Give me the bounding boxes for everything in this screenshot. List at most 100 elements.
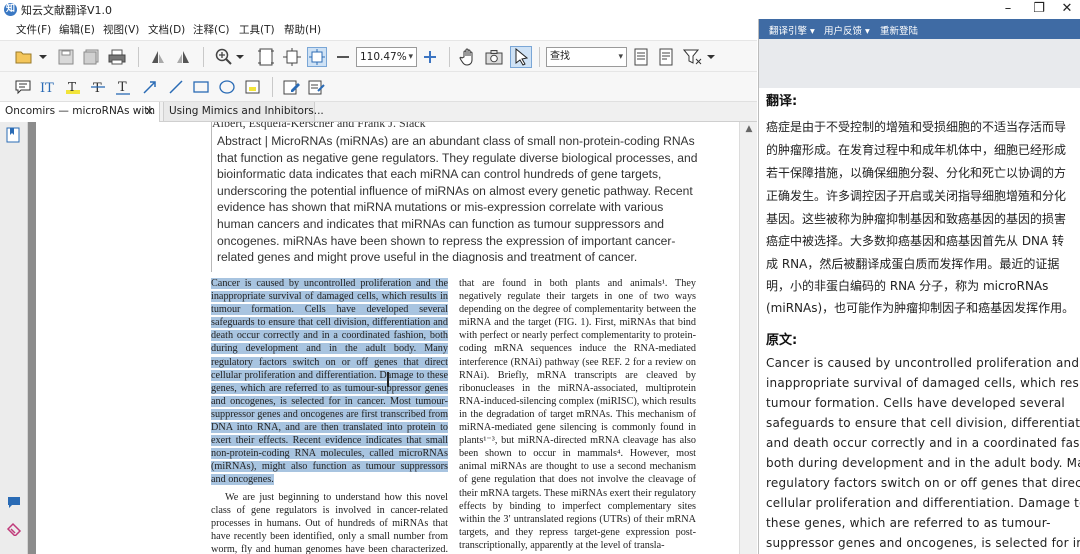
- line-tool-icon[interactable]: [166, 77, 186, 97]
- ellipse-tool-icon[interactable]: [217, 77, 237, 97]
- rotate-right-icon[interactable]: [173, 47, 193, 67]
- find-input[interactable]: 查找 ▾: [546, 47, 627, 67]
- toolbar-separator: [539, 47, 540, 67]
- relogin-link[interactable]: 重新登陆: [880, 23, 918, 37]
- comments-panel-icon[interactable]: [7, 495, 21, 514]
- find-previous-icon[interactable]: [631, 47, 651, 67]
- zoom-level-value: 110.47%: [360, 51, 407, 63]
- fit-page-icon[interactable]: [256, 47, 276, 67]
- original-heading: 原文:: [766, 333, 798, 348]
- abstract-paragraph[interactable]: Abstract | MicroRNAs (miRNAs) are an abu…: [217, 133, 702, 266]
- zoom-dropdown-icon[interactable]: [235, 47, 245, 67]
- original-line: regulatory factors switch on or off gene…: [766, 476, 1080, 490]
- title-bar: 知 知云文献翻译V1.0 – ❐ ✕: [0, 0, 1080, 19]
- user-feedback-menu[interactable]: 用户反馈 ▾: [824, 23, 870, 37]
- actual-size-icon[interactable]: [307, 47, 327, 67]
- zoom-plus-icon[interactable]: [420, 47, 440, 67]
- bookmark-icon[interactable]: [6, 127, 20, 147]
- menu-document[interactable]: 文档(D): [148, 22, 185, 37]
- paragraph-2[interactable]: We are just beginning to understand how …: [211, 491, 448, 554]
- original-line: tumour formation. Cells have developed s…: [766, 396, 1065, 410]
- document-viewer[interactable]: Albert, Esquela-Kerscher and Frank J. Sl…: [28, 122, 757, 554]
- attachments-icon[interactable]: [6, 521, 22, 540]
- edit-annotation-icon[interactable]: [282, 77, 302, 97]
- save-as-icon[interactable]: [81, 47, 101, 67]
- svg-text:T: T: [93, 81, 102, 95]
- open-dropdown-icon[interactable]: [38, 47, 48, 67]
- tab-mimics-inhibitors[interactable]: Using Mimics and Inhibitors...: [163, 102, 324, 122]
- highlight-text-icon[interactable]: T: [63, 77, 83, 97]
- toolbar-separator: [138, 47, 139, 67]
- scroll-up-arrow-icon[interactable]: ▲: [740, 124, 758, 136]
- translation-line: 癌症是由于不受控制的增殖和受损细胞的不适当存活而导: [766, 120, 1067, 134]
- find-next-icon[interactable]: [656, 47, 676, 67]
- translation-line: 若干保障措施，以确保细胞分裂、分化和死亡以协调的方: [766, 166, 1067, 180]
- tab-label: Using Mimics and Inhibitors...: [169, 105, 324, 117]
- pdf-page[interactable]: Albert, Esquela-Kerscher and Frank J. Sl…: [36, 122, 739, 554]
- underline-icon[interactable]: T: [113, 77, 133, 97]
- close-window-button[interactable]: ✕: [1050, 0, 1080, 19]
- menu-tools[interactable]: 工具(T): [239, 22, 275, 37]
- translation-engine-menu[interactable]: 翻译引擎 ▾: [769, 23, 815, 37]
- toolbar-separator: [272, 77, 273, 97]
- minimize-button[interactable]: –: [991, 0, 1025, 19]
- menu-help[interactable]: 帮助(H): [284, 22, 321, 37]
- translation-line: 正确发生。许多调控因子开启或关闭指导细胞增殖和分化: [766, 189, 1067, 203]
- svg-text:T: T: [118, 80, 127, 95]
- translation-line: (miRNAs)，也可能作为肿瘤抑制因子和癌基因发挥作用。: [766, 301, 1075, 315]
- translation-panel: 翻译引擎 ▾ 用户反馈 ▾ 重新登陆 翻译: 癌症是由于不受控制的增殖和受损细胞…: [758, 19, 1080, 554]
- menu-comment[interactable]: 注释(C): [193, 22, 230, 37]
- vertical-scrollbar[interactable]: ▲: [739, 122, 757, 554]
- left-sidebar: [0, 122, 28, 554]
- hand-tool-icon[interactable]: [458, 47, 478, 67]
- original-line: inappropriate survival of damaged cells,…: [766, 376, 1080, 390]
- strikethrough-icon[interactable]: T: [88, 77, 108, 97]
- fit-width-icon[interactable]: [282, 47, 302, 67]
- menu-bar: 文件(F) 编辑(E) 视图(V) 文档(D) 注释(C) 工具(T) 帮助(H…: [0, 19, 757, 39]
- window-title: 知云文献翻译V1.0: [21, 4, 113, 17]
- rotate-left-icon[interactable]: [148, 47, 168, 67]
- selected-paragraph[interactable]: Cancer is caused by uncontrolled prolife…: [211, 278, 448, 486]
- arrow-tool-icon[interactable]: [140, 77, 160, 97]
- main-toolbar: 110.47% ▾ 查找 ▾: [0, 40, 757, 72]
- chevron-down-icon: ▾: [408, 52, 413, 62]
- right-text-column[interactable]: that are found in both plants and animal…: [459, 277, 696, 552]
- zoom-in-icon[interactable]: [214, 47, 234, 67]
- translation-panel-header: 翻译引擎 ▾ 用户反馈 ▾ 重新登陆: [759, 19, 1080, 39]
- translation-line: 的肿瘤形成。在发育过程中和成年机体中，细胞已经形成: [766, 143, 1067, 157]
- filter-icon[interactable]: [683, 47, 703, 67]
- original-line: suppressor genes and oncogenes, is selec…: [766, 536, 1080, 550]
- menu-view[interactable]: 视图(V): [103, 22, 139, 37]
- original-line: Cancer is caused by uncontrolled prolife…: [766, 356, 1080, 370]
- tab-oncomirs[interactable]: Oncomirs — microRNAs with ✕: [0, 102, 160, 122]
- close-tab-icon[interactable]: ✕: [145, 102, 154, 121]
- find-input-value: 查找: [550, 51, 570, 62]
- print-icon[interactable]: [107, 47, 127, 67]
- menu-file[interactable]: 文件(F): [16, 22, 51, 37]
- area-highlight-icon[interactable]: [243, 77, 263, 97]
- open-folder-icon[interactable]: [14, 47, 34, 67]
- filter-dropdown-icon[interactable]: [706, 47, 716, 67]
- toolbar-separator: [449, 47, 450, 67]
- translation-heading: 翻译:: [766, 94, 798, 109]
- translation-line: 成 RNA，然后被翻译成蛋白质而发挥作用。最近的证据: [766, 257, 1060, 271]
- left-text-column[interactable]: Cancer is caused by uncontrolled prolife…: [211, 277, 448, 554]
- rectangle-tool-icon[interactable]: [191, 77, 211, 97]
- menu-edit[interactable]: 编辑(E): [59, 22, 95, 37]
- translation-line: 癌症中被选择。大多数抑癌基因和癌基因首先从 DNA 转: [766, 234, 1065, 248]
- chevron-down-icon: ▾: [618, 52, 623, 62]
- annotation-toolbar: IT T T T: [0, 72, 757, 102]
- snapshot-camera-icon[interactable]: [484, 47, 504, 67]
- translation-line: 明，小的非蛋白编码的 RNA 分子，称为 microRNAs: [766, 279, 1049, 293]
- annotation-list-icon[interactable]: [307, 77, 327, 97]
- text-insert-icon[interactable]: IT: [38, 77, 58, 97]
- original-line: and death occur correctly and in a coord…: [766, 436, 1080, 450]
- save-icon[interactable]: [56, 47, 76, 67]
- note-comment-icon[interactable]: [13, 77, 33, 97]
- zoom-out-icon[interactable]: [333, 47, 353, 67]
- document-tab-bar: Oncomirs — microRNAs with ✕ Using Mimics…: [0, 102, 757, 122]
- zoom-level-select[interactable]: 110.47% ▾: [356, 47, 417, 67]
- select-text-icon[interactable]: [510, 46, 532, 68]
- svg-text:IT: IT: [40, 81, 54, 95]
- toolbar-separator: [203, 47, 204, 67]
